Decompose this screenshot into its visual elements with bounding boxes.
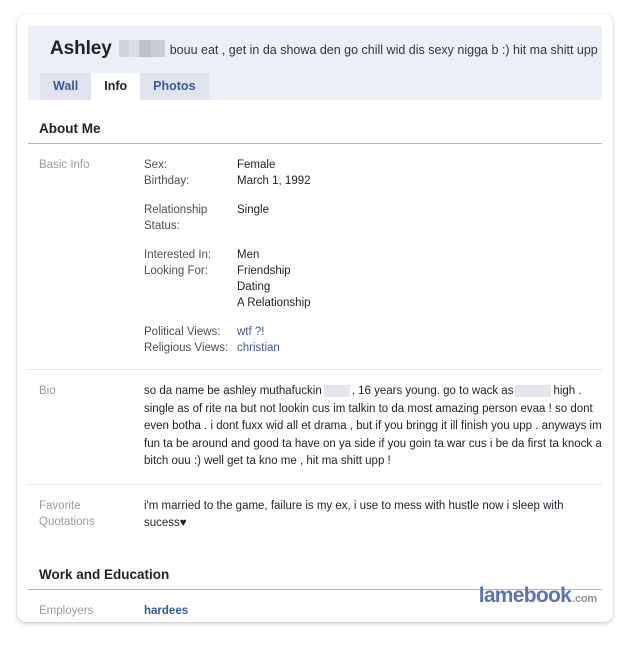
- row-content-bio: so da name be ashley muthafuckin , 16 yea…: [144, 383, 602, 471]
- redacted-lastname-block: [118, 40, 165, 58]
- section-heading-about-me: About Me: [28, 121, 602, 144]
- field-birthday: Birthday: March 1, 1992: [144, 173, 602, 189]
- field-interested-in-label: Interested In:: [144, 249, 212, 261]
- bio-text-part-1: so da name be ashley muthafuckin: [144, 385, 322, 397]
- bio-text-part-3: high . single as of rite na but not look…: [144, 385, 602, 467]
- field-relationship-status: Relationship Status: Single: [144, 202, 602, 234]
- lamebook-watermark: lamebook .com: [478, 584, 598, 608]
- field-relationship-status-value: Single: [237, 204, 269, 216]
- field-looking-for: Looking For: Friendship Dating A Relatio…: [144, 263, 602, 311]
- watermark-site-tld: .com: [572, 593, 597, 605]
- redacted-bio-block-2: [515, 384, 552, 397]
- row-label-basic-info: Basic Info: [39, 159, 90, 171]
- field-interested-in-value: Men: [237, 249, 260, 261]
- field-birthday-label: Birthday:: [144, 175, 190, 187]
- field-political-views: Political Views: wtf ?!: [144, 324, 602, 340]
- row-label-bio: Bio: [39, 385, 56, 397]
- tab-wall[interactable]: Wall: [40, 73, 92, 100]
- basic-info-group-views: Political Views: wtf ?! Religious Views:…: [144, 324, 602, 356]
- field-sex: Sex: Female: [144, 157, 602, 173]
- bio-text-part-2: , 16 years young. go to wack as: [351, 385, 514, 397]
- looking-for-item: Friendship: [237, 265, 291, 277]
- row-label-employers: Employers: [39, 604, 94, 617]
- field-political-views-label: Political Views:: [144, 326, 221, 338]
- field-looking-for-values: Friendship Dating A Relationship: [237, 263, 311, 311]
- field-religious-views-value[interactable]: christian: [237, 340, 280, 356]
- row-label-favorite-quotations: Favorite Quotations: [39, 498, 144, 533]
- field-religious-views-label: Religious Views:: [144, 342, 229, 354]
- field-looking-for-label: Looking For:: [144, 265, 208, 277]
- redacted-bio-block-1: [323, 384, 350, 397]
- field-relationship-status-label: Relationship Status:: [144, 204, 208, 232]
- row-label-favorite-quotations-line1: Favorite: [39, 499, 81, 512]
- row-favorite-quotations: Favorite Quotations i'm married to the g…: [28, 485, 602, 546]
- looking-for-item: A Relationship: [237, 297, 311, 309]
- profile-name-row: Ashley bouu eat , get in da showa den go …: [50, 38, 598, 60]
- field-political-views-value[interactable]: wtf ?!: [237, 324, 264, 340]
- profile-body: About Me Basic Info Sex: Female Birthday…: [17, 121, 613, 622]
- field-birthday-value: March 1, 1992: [237, 175, 311, 187]
- field-interested-in: Interested In: Men: [144, 247, 602, 263]
- profile-card: Ashley bouu eat , get in da showa den go …: [17, 14, 613, 622]
- row-basic-info: Basic Info Sex: Female Birthday: March 1…: [28, 144, 602, 370]
- tab-info[interactable]: Info: [91, 73, 141, 100]
- basic-info-group-preferences: Interested In: Men Looking For: Friendsh…: [144, 247, 602, 311]
- profile-status-text: bouu eat , get in da showa den go chill …: [169, 43, 598, 57]
- looking-for-item: Dating: [237, 281, 271, 293]
- field-religious-views: Religious Views: christian: [144, 340, 602, 356]
- basic-info-group-identity: Sex: Female Birthday: March 1, 1992: [144, 157, 602, 189]
- basic-info-group-relationship: Relationship Status: Single: [144, 202, 602, 234]
- field-sex-label: Sex:: [144, 159, 168, 171]
- employer-position-link[interactable]: front line: [144, 620, 602, 623]
- row-bio: Bio so da name be ashley muthafuckin , 16…: [28, 370, 602, 485]
- tab-photos[interactable]: Photos: [140, 73, 209, 100]
- profile-tabs: Wall Info Photos: [40, 73, 209, 100]
- profile-name[interactable]: Ashley: [50, 38, 112, 59]
- watermark-site-name: lamebook: [478, 584, 572, 607]
- row-label-favorite-quotations-line2: Quotations: [39, 515, 95, 528]
- row-content-favorite-quotations: i'm married to the game, failure is my e…: [144, 499, 564, 530]
- row-content-basic-info: Sex: Female Birthday: March 1, 1992 Rela…: [144, 157, 602, 356]
- profile-header: Ashley bouu eat , get in da showa den go …: [28, 26, 602, 100]
- field-sex-value: Female: [237, 159, 276, 171]
